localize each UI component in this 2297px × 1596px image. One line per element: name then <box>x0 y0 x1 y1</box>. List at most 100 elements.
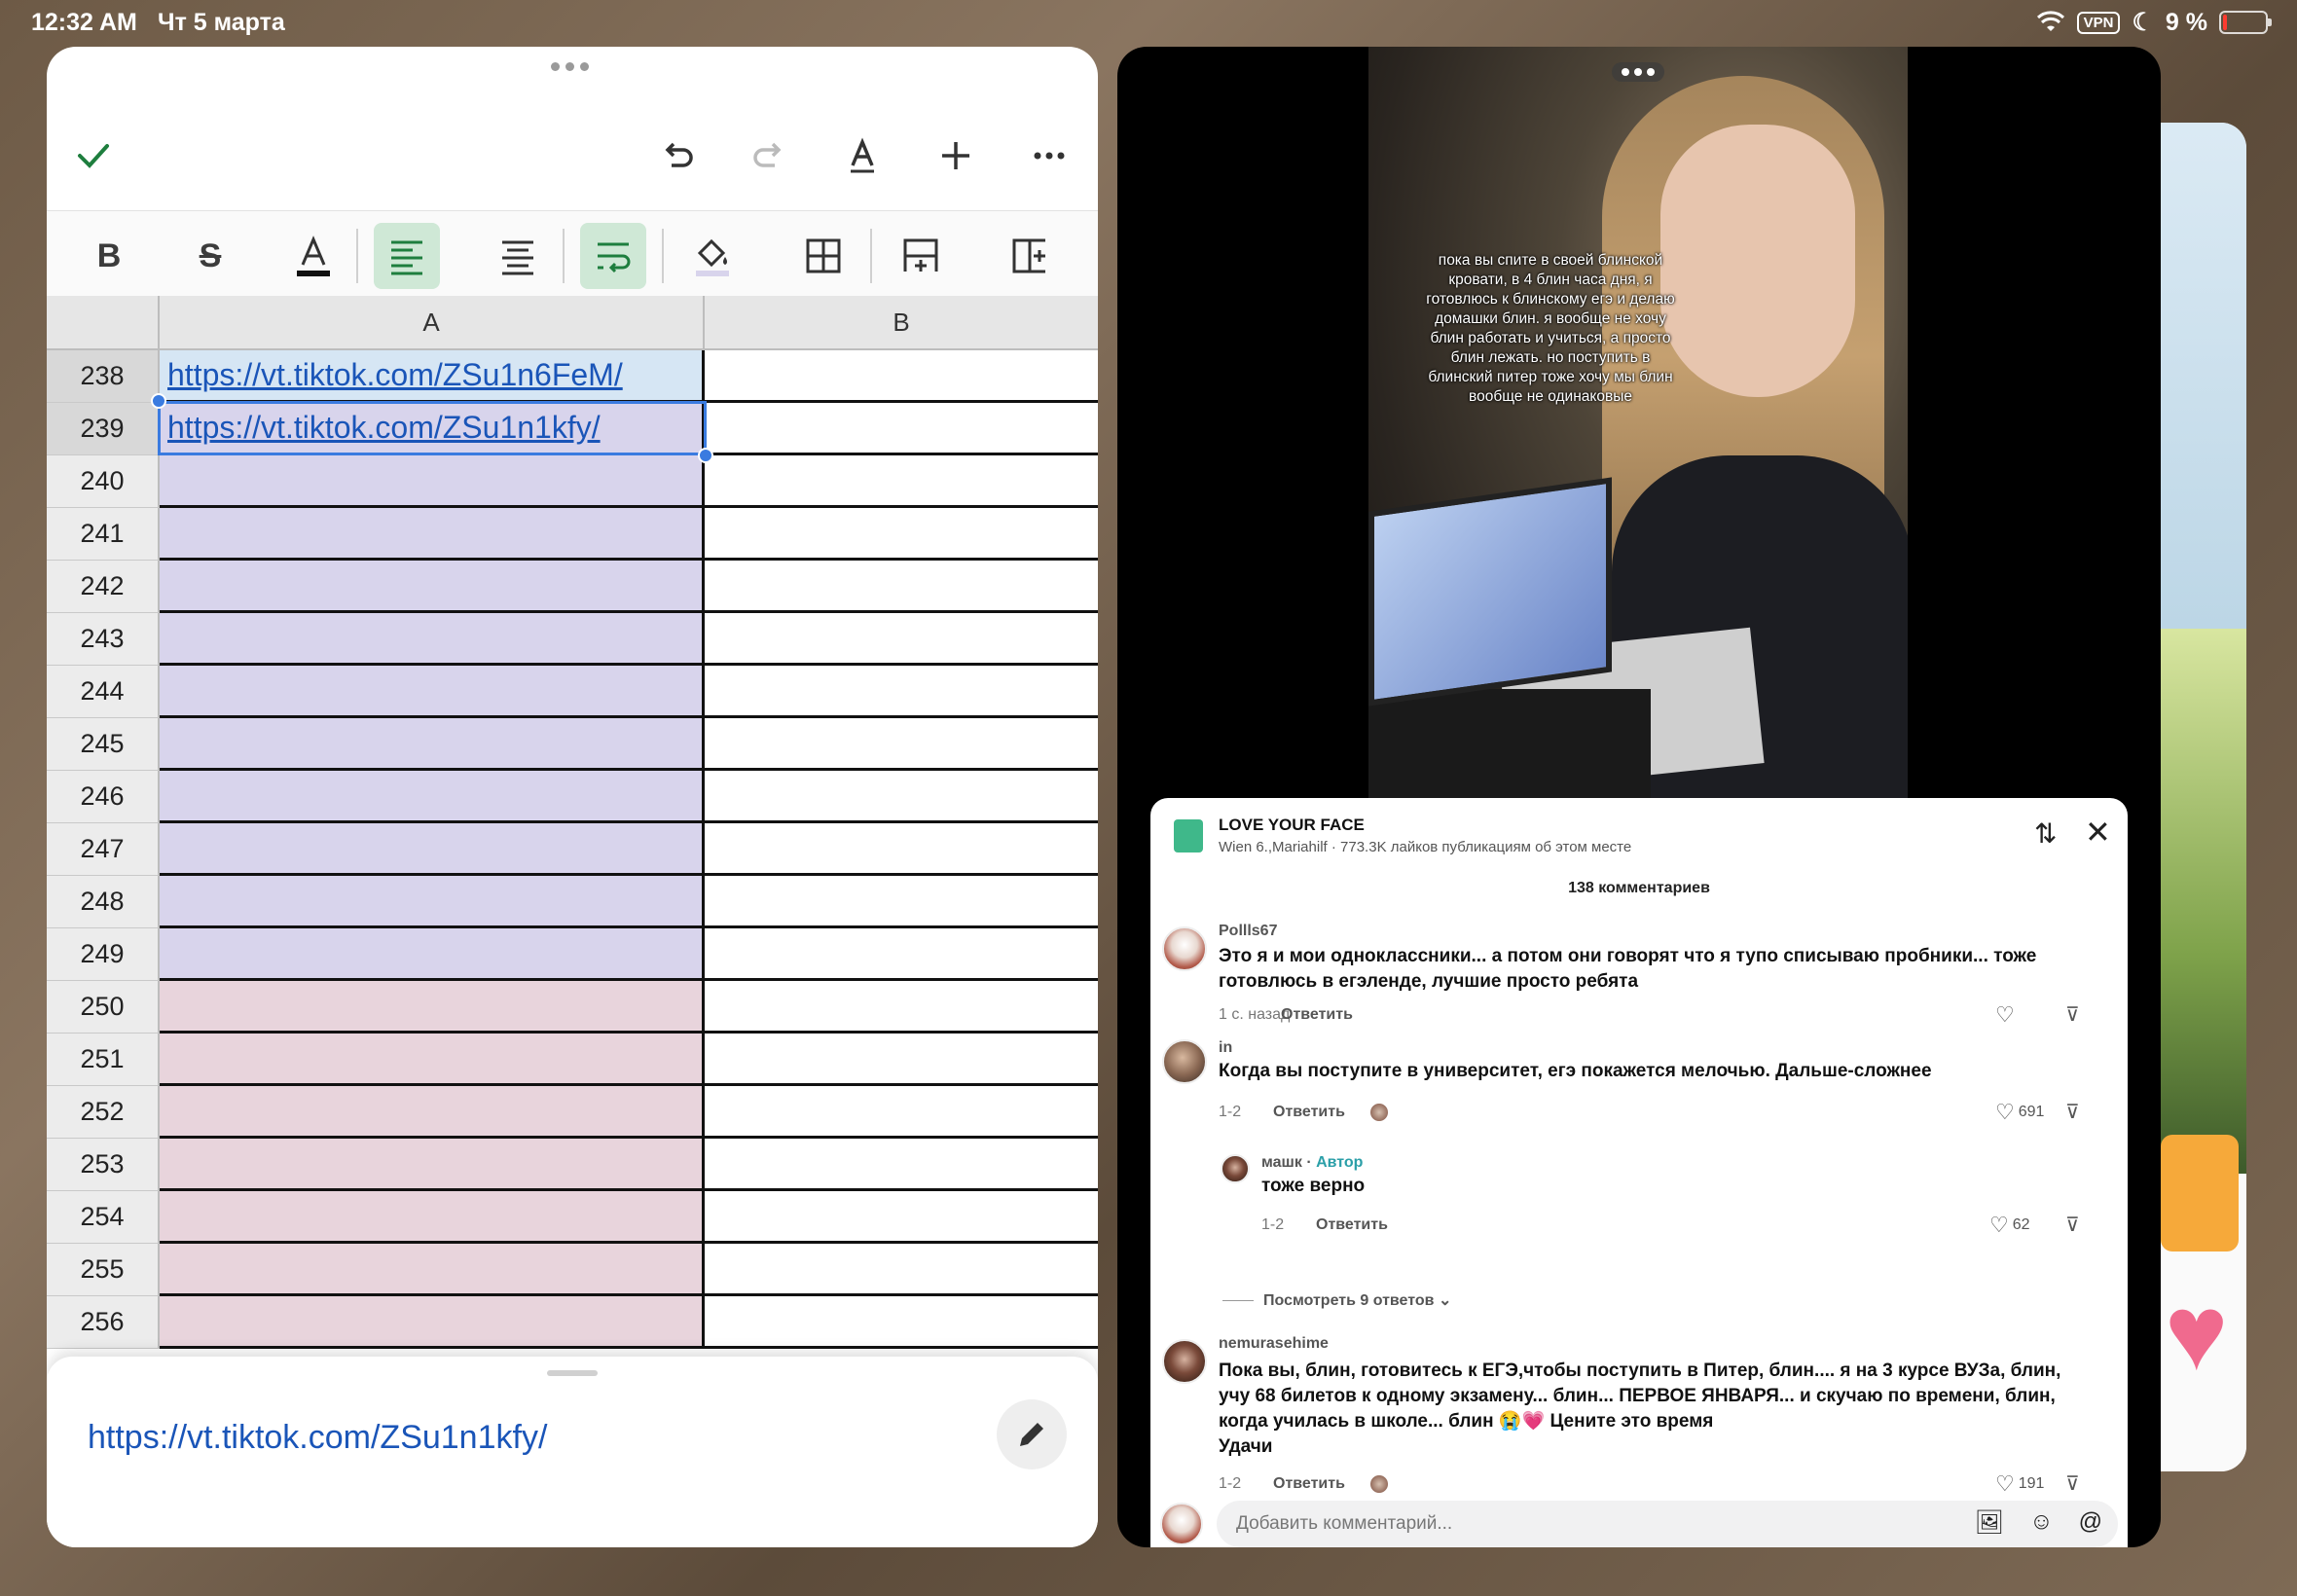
row-number[interactable]: 255 <box>47 1244 160 1296</box>
cell-b[interactable] <box>705 981 1098 1034</box>
row-number[interactable]: 254 <box>47 1191 160 1244</box>
cell-a[interactable] <box>160 771 705 823</box>
row-number[interactable]: 240 <box>47 455 160 508</box>
cell-b[interactable] <box>705 823 1098 876</box>
row-number[interactable]: 241 <box>47 508 160 561</box>
cell-b[interactable] <box>705 508 1098 561</box>
cell-b[interactable] <box>705 771 1098 823</box>
row-number[interactable]: 238 <box>47 350 160 403</box>
row-number[interactable]: 250 <box>47 981 160 1034</box>
reply-button[interactable]: Ответить <box>1273 1104 1345 1121</box>
row-number[interactable]: 239 <box>47 403 160 455</box>
row-number[interactable]: 256 <box>47 1296 160 1349</box>
cell-b[interactable] <box>705 1139 1098 1191</box>
avatar[interactable] <box>1162 926 1207 971</box>
panel-handle[interactable] <box>547 1370 598 1376</box>
cell-a[interactable] <box>160 455 705 508</box>
row-number[interactable]: 249 <box>47 928 160 981</box>
row-number[interactable]: 251 <box>47 1034 160 1086</box>
column-header-a[interactable]: A <box>160 296 705 350</box>
text-color-button[interactable] <box>280 223 346 289</box>
cell-b[interactable] <box>705 613 1098 666</box>
cell-a[interactable] <box>160 666 705 718</box>
like-button[interactable]: ♡ <box>1995 1002 2015 1028</box>
image-icon[interactable]: 🖼 <box>1975 1508 2004 1537</box>
cell-a[interactable] <box>160 1296 705 1349</box>
column-header-b[interactable]: B <box>705 296 1098 350</box>
avatar[interactable] <box>1162 1039 1207 1084</box>
cell-a[interactable]: https://vt.tiktok.com/ZSu1n6FeM/ <box>160 350 705 403</box>
like-button[interactable]: ♡ 691 <box>1995 1100 2044 1125</box>
comment-username[interactable]: машк · Автор <box>1261 1154 1363 1172</box>
undo-button[interactable] <box>648 127 707 185</box>
cell-b[interactable] <box>705 1191 1098 1244</box>
cell-a[interactable] <box>160 823 705 876</box>
background-app-card[interactable]: ♥ <box>2151 123 2246 1471</box>
like-button[interactable]: ♡ 62 <box>1989 1213 2030 1238</box>
cell-b[interactable] <box>705 876 1098 928</box>
cell-b[interactable] <box>705 666 1098 718</box>
place-title[interactable]: LOVE YOUR FACE <box>1219 816 1365 835</box>
cell-a[interactable] <box>160 718 705 771</box>
insert-button[interactable] <box>927 127 985 185</box>
text-format-button[interactable] <box>833 127 892 185</box>
row-number[interactable]: 245 <box>47 718 160 771</box>
emoji-icon[interactable]: ☺ <box>2029 1508 2054 1537</box>
insert-row-button[interactable] <box>888 223 954 289</box>
cell-a[interactable] <box>160 561 705 613</box>
cell-a[interactable] <box>160 928 705 981</box>
cell-a[interactable] <box>160 981 705 1034</box>
align-left-button[interactable] <box>374 223 440 289</box>
cell-a[interactable] <box>160 1244 705 1296</box>
row-number[interactable]: 248 <box>47 876 160 928</box>
cell-a[interactable] <box>160 1191 705 1244</box>
spreadsheet-grid[interactable]: A B 238 https://vt.tiktok.com/ZSu1n6FeM/2… <box>47 296 1098 1405</box>
row-number[interactable]: 252 <box>47 1086 160 1139</box>
dislike-icon[interactable]: ⊽ <box>2065 1100 2080 1124</box>
video-player[interactable]: пока вы спите в своей блинской кровати, … <box>1368 47 1908 808</box>
edit-cell-button[interactable] <box>997 1399 1067 1469</box>
align-center-button[interactable] <box>485 223 551 289</box>
cell-b[interactable] <box>705 403 1098 455</box>
row-number[interactable]: 253 <box>47 1139 160 1191</box>
row-number[interactable]: 246 <box>47 771 160 823</box>
cell-b[interactable] <box>705 1244 1098 1296</box>
selection-handle-bottom[interactable] <box>698 448 713 463</box>
reply-button[interactable]: Ответить <box>1281 1006 1353 1024</box>
sort-icon[interactable]: ⇅ <box>2034 817 2057 850</box>
cell-b[interactable] <box>705 561 1098 613</box>
row-number[interactable]: 243 <box>47 613 160 666</box>
select-all-corner[interactable] <box>47 296 160 350</box>
row-number[interactable]: 244 <box>47 666 160 718</box>
cell-a[interactable] <box>160 1086 705 1139</box>
wrap-text-button[interactable] <box>580 223 646 289</box>
comment-username[interactable]: Pollls67 <box>1219 923 1277 940</box>
cell-editor-value[interactable]: https://vt.tiktok.com/ZSu1n1kfy/ <box>88 1419 547 1457</box>
cell-b[interactable] <box>705 1086 1098 1139</box>
cell-b[interactable] <box>705 928 1098 981</box>
row-number[interactable]: 247 <box>47 823 160 876</box>
cell-b[interactable] <box>705 455 1098 508</box>
bold-button[interactable]: B <box>76 223 142 289</box>
cell-a[interactable] <box>160 613 705 666</box>
comment-username[interactable]: nemurasehime <box>1219 1335 1329 1353</box>
cell-a[interactable] <box>160 1034 705 1086</box>
selection-handle-top[interactable] <box>151 393 166 409</box>
mention-icon[interactable]: @ <box>2079 1508 2102 1537</box>
cell-b[interactable] <box>705 1296 1098 1349</box>
avatar[interactable] <box>1162 1339 1207 1384</box>
done-check-button[interactable] <box>64 127 123 185</box>
borders-button[interactable] <box>790 223 857 289</box>
cell-b[interactable] <box>705 718 1098 771</box>
dislike-icon[interactable]: ⊽ <box>2065 1002 2080 1027</box>
view-replies-button[interactable]: Посмотреть 9 ответов ⌄ <box>1222 1290 1451 1310</box>
strikethrough-button[interactable]: S <box>177 223 243 289</box>
close-icon[interactable]: ✕ <box>2085 814 2111 851</box>
fill-color-button[interactable] <box>679 223 746 289</box>
cell-a[interactable]: https://vt.tiktok.com/ZSu1n1kfy/ <box>160 403 705 455</box>
insert-column-button[interactable] <box>997 223 1063 289</box>
reply-button[interactable]: Ответить <box>1316 1216 1388 1234</box>
dislike-icon[interactable]: ⊽ <box>2065 1213 2080 1237</box>
window-grabber[interactable] <box>1612 62 1664 82</box>
cell-a[interactable] <box>160 876 705 928</box>
